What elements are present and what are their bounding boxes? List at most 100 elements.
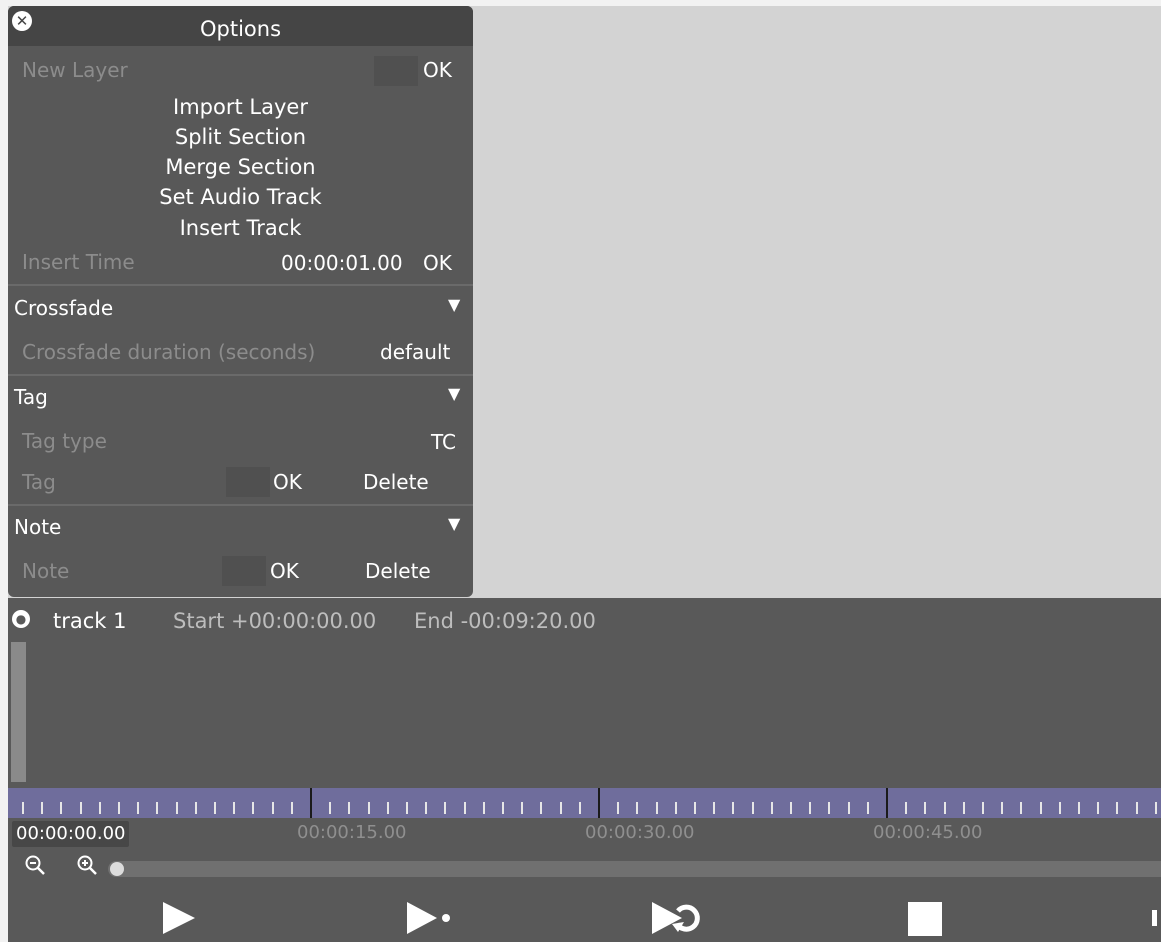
timeline-tick <box>694 802 696 814</box>
timeline-tick <box>636 802 639 814</box>
timeline-tick <box>290 802 293 814</box>
new-layer-ok-button[interactable]: OK <box>423 57 452 83</box>
timeline-tick <box>175 802 178 814</box>
import-layer-item[interactable]: Import Layer <box>8 92 473 122</box>
timeline-tick <box>348 802 351 814</box>
crossfade-duration-label: Crossfade duration (seconds) <box>22 340 316 364</box>
timeline-tick <box>367 802 370 814</box>
tag-delete-button[interactable]: Delete <box>363 469 429 495</box>
timeline-tick <box>425 802 428 814</box>
note-ok-button[interactable]: OK <box>270 558 299 584</box>
tag-header[interactable]: Tag <box>14 384 48 410</box>
time-label: 00:00:30.00 <box>585 822 695 843</box>
tag-ok-button[interactable]: OK <box>273 469 302 495</box>
track-area: ● track 1 Start +00:00:00.00 End -00:09:… <box>8 598 1161 942</box>
note-collapse-icon[interactable]: ▼ <box>448 514 460 534</box>
track-pin-icon[interactable]: ● <box>12 610 30 628</box>
timeline-tick <box>194 802 197 814</box>
timeline-tick <box>1078 802 1080 814</box>
timeline-tick <box>578 802 581 814</box>
timeline-tick <box>982 802 984 814</box>
timeline-tick <box>502 802 504 814</box>
current-time-label: 00:00:00.00 <box>12 821 130 847</box>
timeline-tick <box>521 802 524 814</box>
tag-collapse-icon[interactable]: ▼ <box>448 384 460 404</box>
insert-time-input[interactable]: 00:00:01.00 <box>281 250 403 276</box>
options-panel: ✕ Options New Layer OK Import Layer Spli… <box>8 6 473 597</box>
stop-icon[interactable] <box>908 900 942 936</box>
timeline-tick <box>828 802 831 814</box>
timeline-tick <box>1097 802 1100 814</box>
timeline-tick <box>751 802 754 814</box>
timeline-tick <box>540 802 543 814</box>
track-end: End -00:09:20.00 <box>414 609 596 633</box>
timeline-tick <box>732 802 735 814</box>
timeline-tick <box>1154 802 1157 814</box>
timeline-tick <box>924 802 927 814</box>
tag-type-select[interactable]: TC <box>431 429 456 455</box>
timeline-tick <box>1001 802 1004 814</box>
timeline-tick <box>137 802 140 814</box>
note-header[interactable]: Note <box>14 514 61 540</box>
timeline-tick <box>60 802 63 814</box>
track-name[interactable]: track 1 <box>53 608 126 634</box>
new-layer-label: New Layer <box>22 58 128 82</box>
zoom-scrollbar[interactable] <box>108 861 1161 877</box>
loop-play-icon[interactable] <box>650 900 702 936</box>
note-delete-button[interactable]: Delete <box>365 558 431 584</box>
timeline-tick <box>617 802 620 814</box>
merge-section-item[interactable]: Merge Section <box>8 152 473 182</box>
timeline-tick <box>847 802 850 814</box>
timeline-tick <box>559 802 562 814</box>
split-section-item[interactable]: Split Section <box>8 122 473 152</box>
crossfade-header[interactable]: Crossfade <box>14 295 113 321</box>
note-input[interactable] <box>222 556 266 586</box>
partial-control-icon[interactable] <box>1152 900 1158 936</box>
timeline-tick <box>674 802 677 814</box>
timeline-tick <box>1039 802 1042 814</box>
play-icon[interactable] <box>161 900 197 936</box>
timeline-tick <box>22 802 24 814</box>
play-from-icon[interactable] <box>405 900 453 936</box>
timeline-tick <box>866 802 869 814</box>
timeline-ruler[interactable] <box>8 788 1161 818</box>
track-level-bar <box>11 642 26 782</box>
timeline-tick <box>1020 802 1023 814</box>
timeline-tick <box>655 802 658 814</box>
timeline-tick <box>79 802 82 814</box>
crossfade-collapse-icon[interactable]: ▼ <box>448 295 460 315</box>
timeline-tick <box>252 802 255 814</box>
set-audio-track-item[interactable]: Set Audio Track <box>8 182 473 212</box>
insert-track-item[interactable]: Insert Track <box>8 213 473 243</box>
timeline-tick <box>118 802 120 814</box>
zoom-out-icon[interactable] <box>22 854 48 880</box>
timeline-tick <box>463 802 466 814</box>
timeline-tick <box>770 802 773 814</box>
tag-input[interactable] <box>226 467 270 497</box>
timeline-tick <box>809 802 812 814</box>
divider <box>8 504 473 506</box>
divider <box>8 374 473 376</box>
timeline-major-tick <box>598 788 600 818</box>
timeline-tick <box>905 802 908 814</box>
track-start: Start +00:00:00.00 <box>173 609 377 633</box>
timeline-tick <box>962 802 965 814</box>
zoom-in-icon[interactable] <box>74 854 100 880</box>
insert-time-ok-button[interactable]: OK <box>423 250 452 276</box>
timeline-tick <box>1135 802 1138 814</box>
note-label: Note <box>22 559 70 583</box>
timeline-tick <box>406 802 408 814</box>
timeline-tick <box>482 802 485 814</box>
tag-label: Tag <box>22 470 56 494</box>
timeline-tick <box>713 802 716 814</box>
timeline-tick <box>1116 802 1119 814</box>
crossfade-duration-input[interactable]: default <box>380 339 450 365</box>
divider <box>8 284 473 286</box>
zoom-scroll-thumb[interactable] <box>110 862 124 876</box>
new-layer-input[interactable] <box>374 56 418 86</box>
timeline-tick <box>943 802 946 814</box>
timeline-tick <box>41 802 44 814</box>
timeline-tick <box>1058 802 1061 814</box>
timeline-tick <box>98 802 101 814</box>
timeline-major-tick <box>310 788 312 818</box>
